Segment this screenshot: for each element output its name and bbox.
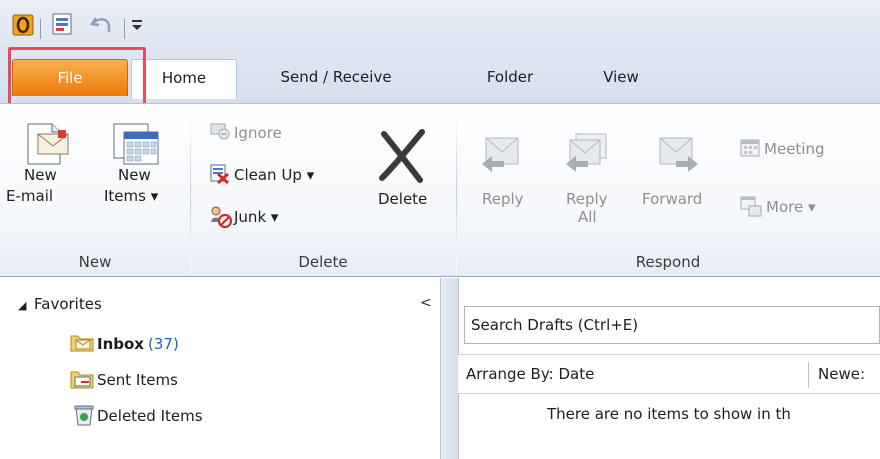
junk-icon — [210, 206, 233, 232]
new-email-label-2: E-mail — [6, 187, 54, 205]
meeting-icon — [740, 138, 762, 162]
new-items-label-2: Items ▾ — [104, 187, 159, 205]
send-receive-all-icon[interactable] — [50, 12, 76, 42]
outlook-icon[interactable] — [12, 13, 36, 41]
arrange-divider — [808, 362, 809, 388]
clean-up-label: Clean Up ▾ — [234, 166, 315, 184]
ignore-label: Ignore — [234, 124, 282, 142]
search-input[interactable]: Search Drafts (Ctrl+E) — [464, 306, 880, 344]
delete-x-icon — [376, 128, 428, 188]
expand-triangle-icon: ◢ — [18, 299, 27, 312]
empty-list-message: There are no items to show in th — [547, 405, 791, 423]
reply-all-icon — [564, 130, 610, 180]
sent-items-label: Sent Items — [97, 371, 178, 389]
ribbon-home: New E-mail New Items ▾ New Ignore Clean … — [0, 103, 880, 277]
meeting-label: Meeting — [764, 140, 825, 158]
tab-send-receive[interactable]: Send / Receive — [251, 59, 421, 96]
navigation-pane: ◢ Favorites Inbox (37) Sent Items Delete… — [0, 278, 440, 459]
reply-all-label-2: All — [578, 208, 597, 226]
forward-icon — [656, 134, 700, 180]
arrange-by-bar: Arrange By: Date Newe: — [458, 354, 880, 394]
undo-icon[interactable] — [89, 14, 114, 40]
junk-label: Junk ▾ — [234, 208, 279, 226]
favorites-label: Favorites — [34, 295, 102, 313]
pane-splitter[interactable] — [440, 278, 458, 459]
customize-qat-icon[interactable] — [130, 17, 144, 37]
deleted-items-label: Deleted Items — [97, 407, 203, 425]
deleted-items-icon — [74, 404, 94, 430]
reply-label: Reply — [482, 190, 524, 208]
new-items-icon — [110, 118, 160, 172]
collapse-nav-pane-button[interactable]: < — [420, 295, 432, 311]
forward-label: Forward — [642, 190, 703, 208]
new-items-label-1: New — [118, 166, 151, 184]
inbox-unread-count: (37) — [148, 335, 179, 353]
delete-label: Delete — [378, 190, 428, 208]
tab-home[interactable]: Home — [131, 59, 237, 99]
sent-items-icon — [70, 368, 94, 394]
sort-order-button[interactable]: Newe: — [818, 365, 865, 383]
inbox-icon — [70, 332, 94, 356]
reply-all-label-1: Reply — [566, 190, 608, 208]
group-label-new: New — [78, 253, 112, 271]
group-label-respond: Respond — [635, 253, 701, 271]
tab-folder[interactable]: Folder — [470, 59, 550, 96]
group-label-delete: Delete — [298, 253, 348, 271]
clean-up-icon — [210, 164, 230, 188]
reply-icon — [480, 134, 524, 180]
ignore-icon — [210, 122, 230, 144]
arrange-by-date-button[interactable]: Arrange By: Date — [466, 365, 594, 383]
new-email-label-1: New — [24, 166, 57, 184]
new-email-icon — [22, 120, 70, 170]
inbox-label: Inbox — [97, 335, 144, 353]
quick-access-toolbar — [0, 0, 880, 44]
tab-view[interactable]: View — [591, 59, 651, 96]
more-respond-icon — [740, 196, 762, 222]
more-label: More ▾ — [766, 198, 816, 216]
